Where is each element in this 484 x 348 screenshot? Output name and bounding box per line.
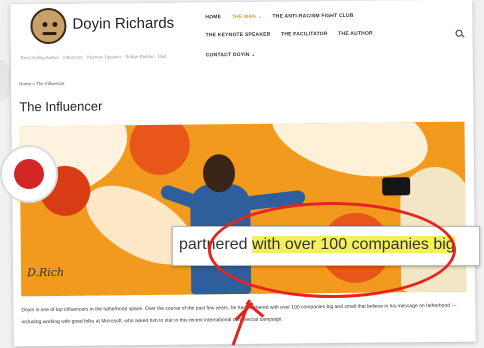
search-icon[interactable] <box>455 29 463 37</box>
logo-mouth <box>42 31 57 36</box>
nav-item-fight-club[interactable]: THE ANTI-RACISM FIGHT CLUB <box>272 13 353 20</box>
nav-item-the-man[interactable]: THE MAN ⌄ <box>232 14 262 20</box>
camera-icon <box>382 177 411 196</box>
site-logo-avatar[interactable] <box>30 7 67 45</box>
nav-row-3: CONTACT DOYIN ⌄ <box>206 52 265 59</box>
site-tagline: Best-Selling Author · Influencer · Keyno… <box>20 53 167 61</box>
site-header: Doyin Richards Best-Selling Author · Inf… <box>10 0 473 74</box>
nav-row-1: HOME THE MAN ⌄ THE ANTI-RACISM FIGHT CLU… <box>205 13 362 21</box>
nav-row-2: THE KEYNOTE SPEAKER THE FACILITATOR THE … <box>206 31 382 39</box>
record-dot-icon <box>14 159 44 189</box>
logo-eye-left <box>42 22 48 28</box>
hero-flower-center <box>129 121 191 176</box>
nav-item-keynote-speaker[interactable]: THE KEYNOTE SPEAKER <box>206 32 271 39</box>
site-title[interactable]: Doyin Richards <box>72 15 174 33</box>
nav-item-home[interactable]: HOME <box>205 14 221 20</box>
speaker-head <box>202 154 236 193</box>
nav-item-facilitator[interactable]: THE FACILITATOR <box>281 31 328 37</box>
record-indicator <box>0 145 58 203</box>
nav-item-author[interactable]: THE AUTHOR <box>338 31 373 37</box>
page-title: The Influencer <box>19 98 103 115</box>
breadcrumb[interactable]: Home » The Influencer <box>19 81 65 86</box>
annotation-circle <box>208 202 456 298</box>
screenshot-stage: Doyin Richards Best-Selling Author · Inf… <box>0 0 484 348</box>
signature-mark: D.Rich <box>26 265 65 280</box>
side-tab <box>0 60 10 100</box>
logo-eye-right <box>52 21 58 27</box>
nav-item-contact[interactable]: CONTACT DOYIN ⌄ <box>206 52 256 59</box>
web-page: Doyin Richards Best-Selling Author · Inf… <box>10 0 476 347</box>
